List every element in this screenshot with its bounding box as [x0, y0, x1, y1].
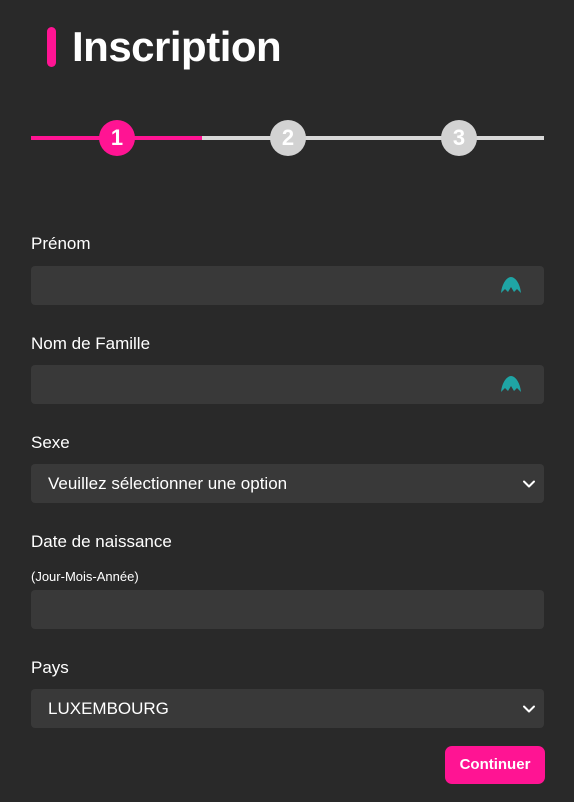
country-label: Pays — [31, 658, 69, 677]
birth-date-field[interactable] — [31, 590, 544, 629]
first-name-field[interactable] — [31, 266, 544, 305]
country-select-value: LUXEMBOURG — [48, 699, 169, 718]
last-name-input[interactable] — [31, 365, 544, 404]
autofill-extension-icon[interactable] — [500, 374, 522, 394]
sex-select-value: Veuillez sélectionner une option — [48, 474, 288, 493]
progress-stepper: 1 2 3 — [31, 120, 544, 156]
birth-date-format-hint: (Jour-Mois-Année) — [31, 569, 139, 584]
first-name-input[interactable] — [31, 266, 544, 305]
step-1: 1 — [99, 120, 135, 156]
page-title: Inscription — [72, 23, 282, 70]
title-accent-bar — [47, 27, 56, 67]
first-name-label: Prénom — [31, 234, 91, 253]
chevron-down-icon — [523, 705, 535, 713]
step-2: 2 — [270, 120, 306, 156]
last-name-label: Nom de Famille — [31, 334, 151, 353]
step-3: 3 — [441, 120, 477, 156]
sex-select[interactable]: Veuillez sélectionner une option — [31, 464, 544, 503]
autofill-extension-icon[interactable] — [500, 275, 522, 295]
country-select[interactable]: LUXEMBOURG — [31, 689, 544, 728]
chevron-down-icon — [523, 480, 535, 488]
last-name-field[interactable] — [31, 365, 544, 404]
continue-button[interactable]: Continuer — [445, 746, 545, 784]
sex-label: Sexe — [31, 433, 70, 452]
birth-date-label: Date de naissance — [31, 532, 172, 551]
birth-date-input[interactable] — [31, 590, 544, 629]
